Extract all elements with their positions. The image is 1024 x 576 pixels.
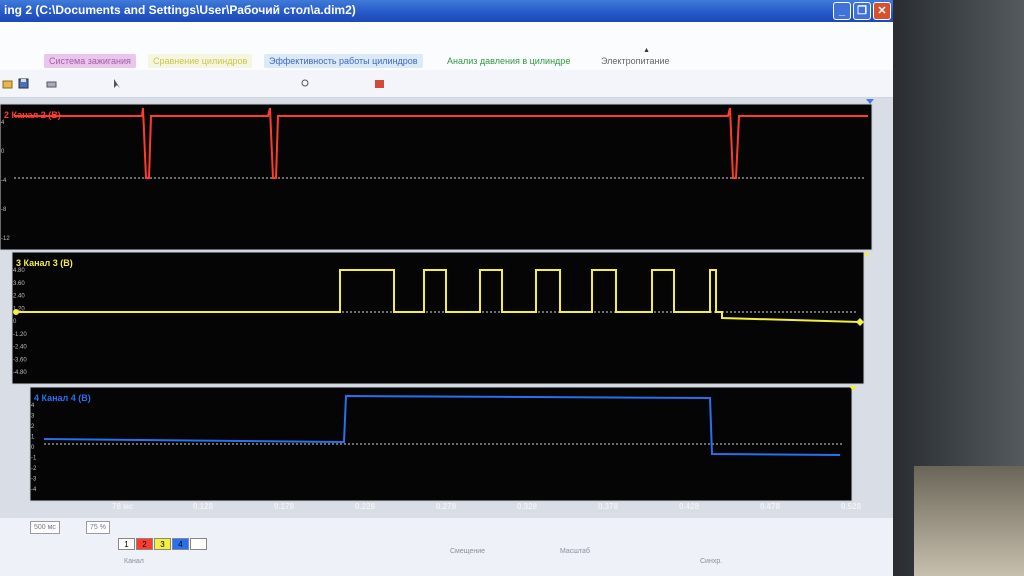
channel-swatch[interactable]: 4 (172, 538, 189, 550)
scroll-up-icon (864, 251, 869, 256)
top-scroll-icon (866, 99, 874, 104)
axis-tick-label: -4 (1, 178, 7, 184)
print-icon[interactable] (46, 78, 57, 89)
time-axis-label: 0.378 (598, 502, 619, 511)
channel-label: 3 Канал 3 (В) (16, 258, 73, 268)
menu-bar: ▴▾ (0, 22, 893, 62)
time-axis-label: 0.228 (355, 502, 376, 511)
tab-cylinder-pressure[interactable]: Анализ давления в цилиндре (442, 54, 575, 68)
channel-swatch[interactable]: 1 (118, 538, 135, 550)
zoom-select[interactable]: 75 % (86, 521, 110, 534)
time-axis-label: 0.178 (274, 502, 295, 511)
analysis-tabs: Система зажигания Сравнение цилиндров Эф… (0, 52, 893, 70)
channel-label: Канал (124, 558, 144, 565)
time-axis-label: 0.278 (436, 502, 457, 511)
window-title: ing 2 (C:\Documents and Settings\User\Ра… (4, 3, 356, 17)
cursor-icon[interactable] (112, 78, 123, 89)
axis-tick-label: -4 (31, 487, 37, 493)
time-axis-label: 78 мс (112, 502, 134, 511)
title-bar: ing 2 (C:\Documents and Settings\User\Ра… (0, 0, 893, 22)
axis-tick-label: 2.40 (13, 294, 25, 300)
close-button[interactable]: ✕ (873, 2, 891, 20)
time-axis-label: 0.128 (193, 502, 214, 511)
range-select[interactable]: 500 мс (30, 521, 60, 534)
axis-tick-label: -2 (31, 466, 37, 472)
axis-tick-label: 4.80 (13, 268, 25, 274)
oscilloscope-view: 2 Канал 2 (В) 4 0 -4 -8 -12 3 Канал 3 (В) 4.80 3… (0, 98, 893, 518)
maximize-button[interactable]: ❐ (853, 2, 871, 20)
tab-power-supply[interactable]: Электропитание (596, 54, 675, 68)
axis-tick-label: -1.20 (13, 332, 27, 338)
minimize-button[interactable]: _ (833, 2, 851, 20)
channel-label: 4 Канал 4 (В) (34, 393, 91, 403)
trigger-label: Синхр. (700, 558, 723, 565)
axis-tick-label: -1 (31, 456, 37, 462)
offset-label: Смещение (450, 548, 486, 555)
oscilloscope-plot[interactable]: 2 Канал 2 (В)40-4-8-123 Канал 3 (В)4.803… (0, 98, 893, 518)
room-background-lower (914, 466, 1024, 576)
channel-swatch[interactable]: 3 (154, 538, 171, 550)
axis-tick-label: 3.60 (13, 281, 25, 287)
channel-swatch[interactable] (190, 538, 207, 550)
channel-3-marker (13, 309, 19, 315)
axis-tick-label: -3.60 (13, 357, 27, 363)
time-axis-label: 0.528 (841, 502, 862, 511)
zoom-icon[interactable] (300, 78, 311, 89)
axis-tick-label: -2.40 (13, 345, 27, 351)
axis-tick-label: -4.80 (13, 370, 27, 376)
axis-tick-label: -8 (1, 207, 7, 213)
tab-ignition-system[interactable]: Система зажигания (44, 54, 136, 68)
time-axis-label: 0.478 (760, 502, 781, 511)
axis-tick-label: -12 (1, 236, 10, 242)
toolbar (0, 70, 893, 98)
save-icon[interactable] (18, 78, 29, 89)
channel-swatch[interactable]: 2 (136, 538, 153, 550)
time-axis-label: 0.328 (517, 502, 538, 511)
tab-cylinder-comparison[interactable]: Сравнение цилиндров (148, 54, 253, 68)
scale-label: Масштаб (560, 548, 590, 555)
status-panel: 500 мс 75 % 1 2 3 4 Канал Смещение Масшт… (0, 518, 893, 576)
record-icon[interactable] (374, 78, 385, 89)
channel-panel (0, 103, 873, 251)
time-axis-label: 0.428 (679, 502, 700, 511)
tab-cylinder-efficiency[interactable]: Эффективность работы цилиндров (264, 54, 423, 68)
axis-tick-label: -3 (31, 477, 37, 483)
open-icon[interactable] (2, 78, 13, 89)
application-window: ing 2 (C:\Documents and Settings\User\Ра… (0, 0, 893, 576)
